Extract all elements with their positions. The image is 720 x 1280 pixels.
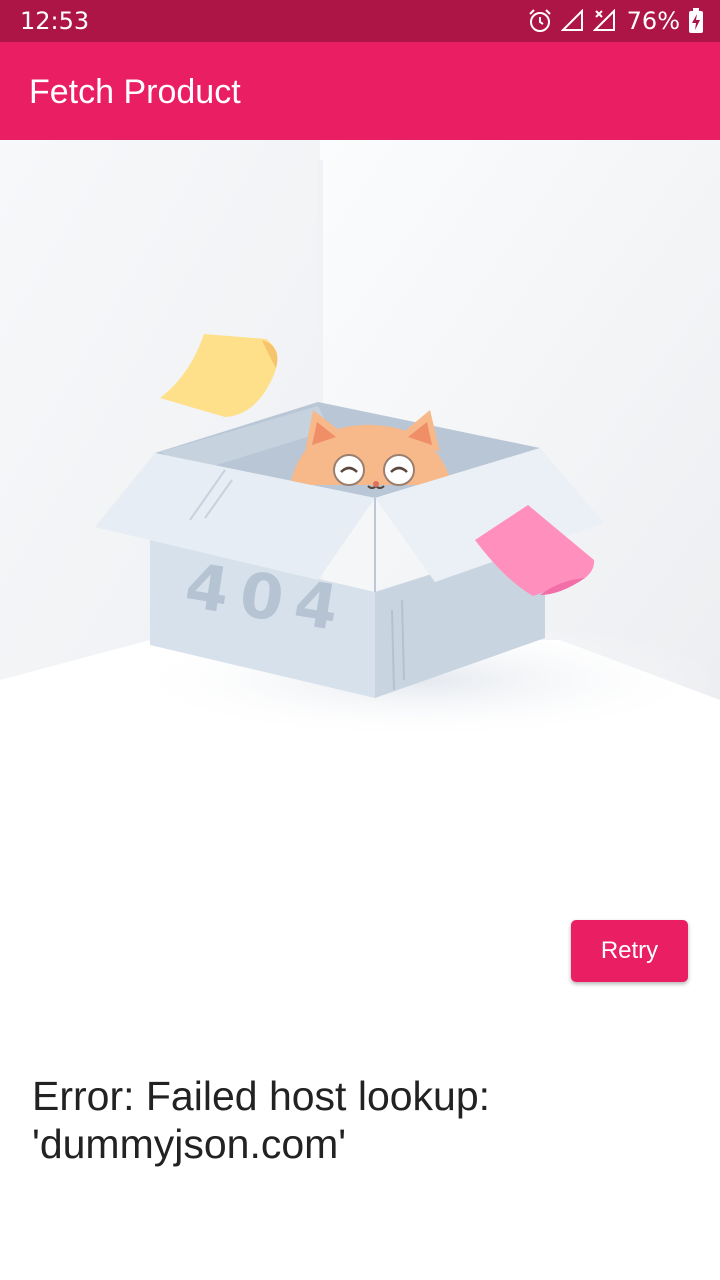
retry-button[interactable]: Retry	[571, 920, 688, 982]
error-message: Error: Failed host lookup: 'dummyjson.co…	[32, 1073, 491, 1167]
no-signal-icon	[592, 9, 615, 31]
alarm-icon	[528, 9, 551, 32]
status-time: 12:53	[20, 7, 90, 35]
status-icons: 76%	[527, 6, 704, 36]
signal-icon	[560, 9, 583, 31]
app-bar: Fetch Product	[0, 42, 720, 140]
battery-charging-icon	[689, 8, 703, 33]
not-found-illustration: 404	[0, 140, 720, 760]
page-title: Fetch Product	[29, 73, 241, 111]
battery-percent: 76%	[626, 7, 680, 35]
status-bar: 12:53 76%	[0, 0, 720, 42]
